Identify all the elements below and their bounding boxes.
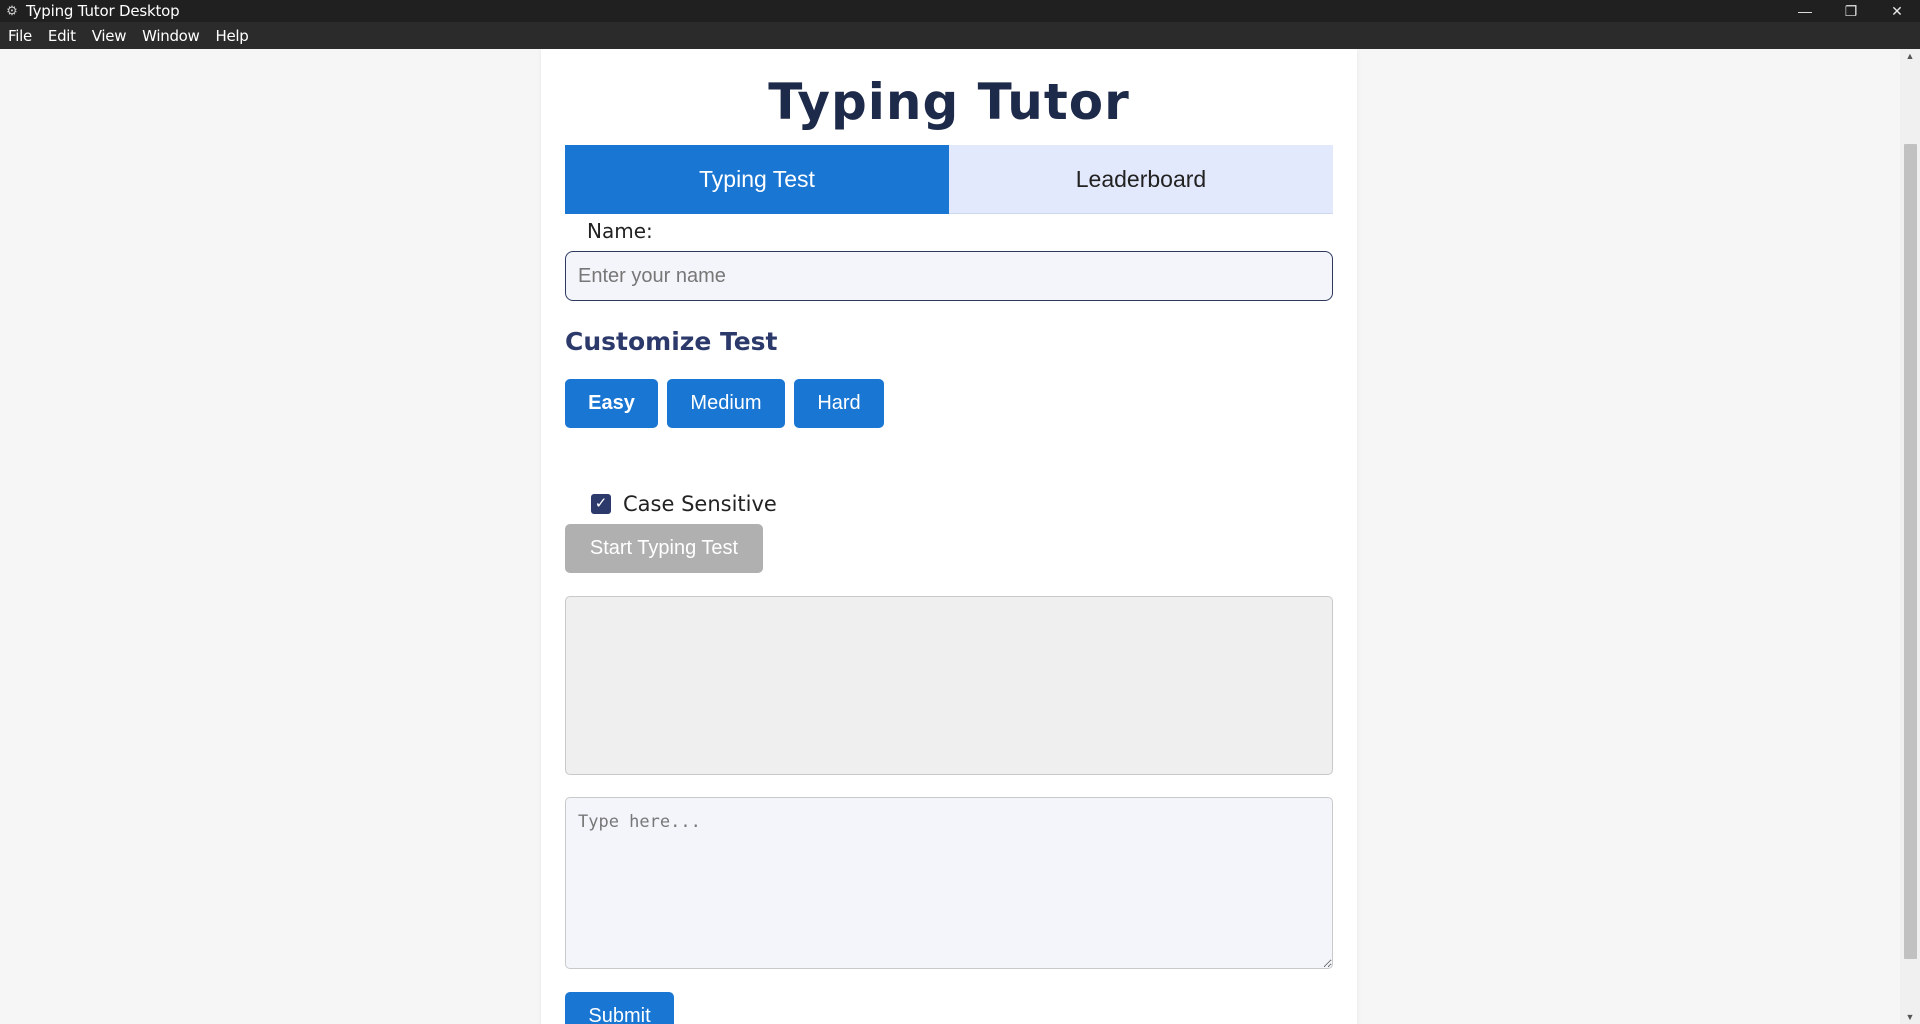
hard-button[interactable]: Hard [794,379,884,428]
app-gear-icon: ⚙ [6,3,18,18]
app-card: Typing Tutor Typing Test Leaderboard Nam… [541,49,1357,1024]
typing-input[interactable] [565,797,1333,969]
case-sensitive-checkbox[interactable]: ✓ [591,494,611,514]
scroll-down-arrow-icon[interactable]: ▼ [1900,1012,1920,1022]
easy-button[interactable]: Easy [565,379,658,428]
menu-file[interactable]: File [0,27,40,45]
tab-typing-test[interactable]: Typing Test [565,145,949,214]
difficulty-buttons: Easy Medium Hard [565,379,884,428]
vertical-scrollbar[interactable]: ▲ ▼ [1900,49,1920,1024]
menu-window[interactable]: Window [134,27,207,45]
window-controls: — ❐ ✕ [1782,0,1920,22]
case-sensitive-option[interactable]: ✓ Case Sensitive [591,492,777,516]
test-text-display [565,596,1333,775]
tab-leaderboard[interactable]: Leaderboard [949,145,1333,214]
name-label: Name: [587,219,653,243]
case-sensitive-label: Case Sensitive [623,492,777,516]
menu-bar: File Edit View Window Help [0,22,1920,49]
page-title: Typing Tutor [768,73,1130,131]
scrollbar-thumb[interactable] [1904,144,1917,959]
close-icon[interactable]: ✕ [1874,0,1920,22]
name-input[interactable] [565,251,1333,301]
menu-edit[interactable]: Edit [40,27,84,45]
window-title-bar: ⚙ Typing Tutor Desktop — ❐ ✕ [0,0,1920,22]
menu-help[interactable]: Help [208,27,257,45]
medium-button[interactable]: Medium [667,379,785,428]
content-viewport: Typing Tutor Typing Test Leaderboard Nam… [0,49,1900,1024]
scroll-up-arrow-icon[interactable]: ▲ [1900,51,1920,61]
start-typing-test-button[interactable]: Start Typing Test [565,524,763,573]
menu-view[interactable]: View [84,27,134,45]
restore-icon[interactable]: ❐ [1828,0,1874,22]
tab-bar: Typing Test Leaderboard [565,145,1333,214]
minimize-icon[interactable]: — [1782,0,1828,22]
window-title: Typing Tutor Desktop [26,2,180,20]
submit-button[interactable]: Submit [565,992,674,1024]
customize-test-heading: Customize Test [565,327,778,356]
